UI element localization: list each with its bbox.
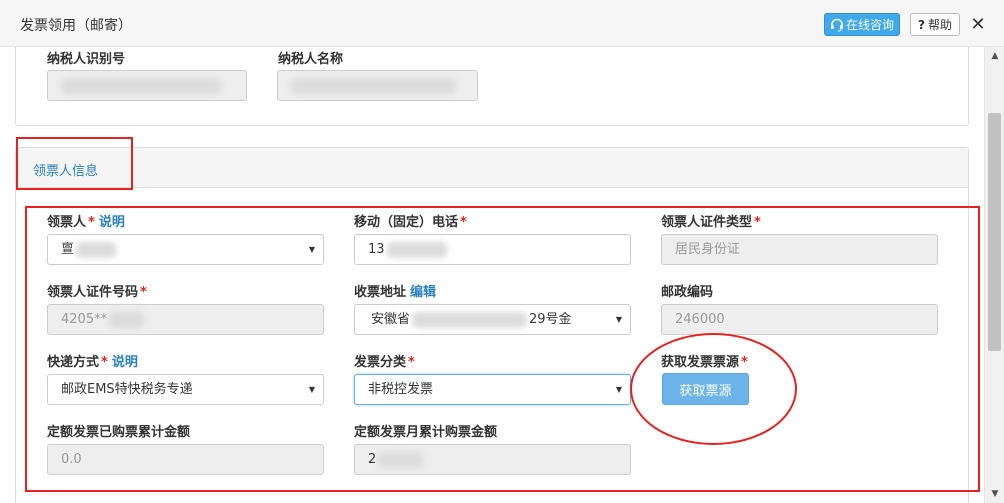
dialog-content: 纳税人识别号 纳税人名称 领票人信息 领票人 * 说明 移动（固定）电话 * 领票人证… xyxy=(0,47,984,503)
close-icon[interactable]: ✕ xyxy=(968,14,988,35)
address-value-start: 安徽省 xyxy=(371,312,411,327)
receiver-label: 领票人 xyxy=(47,215,87,230)
id-no-label-row: 领票人证件号码 * xyxy=(47,281,147,300)
source-label-row: 获取发票票源 * xyxy=(661,351,748,370)
section-title: 领票人信息 xyxy=(33,164,99,179)
chevron-down-icon: ▼ xyxy=(615,385,622,394)
receiver-select[interactable]: 亶 ▼ xyxy=(47,234,324,265)
phone-input[interactable]: 13 xyxy=(354,234,631,265)
receiver-panel-header: 领票人信息 xyxy=(16,148,968,188)
chevron-down-icon: ▼ xyxy=(308,385,315,394)
delivery-value: 邮政EMS特快税务专递 xyxy=(61,382,193,397)
dialog-titlebar: 发票领用（邮寄） 在线咨询 ? 帮助 ✕ xyxy=(0,0,1004,47)
receiver-label-row: 领票人 * 说明 xyxy=(47,211,125,230)
phone-value: 13 xyxy=(368,242,385,257)
required-mark: * xyxy=(460,215,467,230)
address-label: 收票地址 xyxy=(354,285,407,300)
address-label-row: 收票地址 编辑 xyxy=(354,281,436,300)
phone-label: 移动（固定）电话 xyxy=(354,215,459,230)
scroll-up-icon[interactable]: ▲ xyxy=(985,47,1004,65)
id-no-value: 4205** xyxy=(61,312,108,327)
delivery-label: 快递方式 xyxy=(47,355,100,370)
id-type-field: 居民身份证 xyxy=(661,234,938,265)
taxpayer-id-label: 纳税人识别号 xyxy=(47,52,126,67)
invoice-type-label-row: 发票分类 * xyxy=(354,351,415,370)
receiver-value: 亶 xyxy=(61,242,75,257)
invoice-type-label: 发票分类 xyxy=(354,355,407,370)
delivery-label-row: 快递方式 * 说明 xyxy=(47,351,138,370)
scrollbar-thumb[interactable] xyxy=(988,113,1001,351)
id-type-label-row: 领票人证件类型 * xyxy=(661,211,761,230)
help-label: 帮助 xyxy=(927,18,952,32)
quota-total-label: 定额发票已购票累计金额 xyxy=(47,425,191,440)
invoice-type-select[interactable]: 非税控发票 ▼ xyxy=(354,374,631,405)
address-edit-link[interactable]: 编辑 xyxy=(410,285,436,300)
delivery-explain-link[interactable]: 说明 xyxy=(112,355,138,370)
postcode-field: 246000 xyxy=(661,304,938,335)
id-no-field: 4205** xyxy=(47,304,324,335)
vertical-scrollbar[interactable]: ▲ ▼ xyxy=(984,47,1004,503)
delivery-select[interactable]: 邮政EMS特快税务专递 ▼ xyxy=(47,374,324,405)
quota-month-label: 定额发票月累计购票金额 xyxy=(354,425,498,440)
taxpayer-name-label: 纳税人名称 xyxy=(278,52,344,67)
quota-total-value: 0.0 xyxy=(61,452,82,467)
address-value-end: 29号金 xyxy=(529,312,572,327)
chevron-down-icon: ▼ xyxy=(615,315,622,324)
required-mark: * xyxy=(88,215,95,230)
question-icon: ? xyxy=(918,17,925,32)
quota-month-field: 2 xyxy=(354,444,631,475)
dialog-title: 发票领用（邮寄） xyxy=(20,18,132,34)
required-mark: * xyxy=(140,285,147,300)
get-invoice-source-button[interactable]: 获取票源 xyxy=(662,373,749,405)
source-label: 获取发票票源 xyxy=(661,355,740,370)
id-no-label: 领票人证件号码 xyxy=(47,285,139,300)
scroll-down-icon[interactable]: ▼ xyxy=(985,485,1004,503)
required-mark: * xyxy=(754,215,761,230)
required-mark: * xyxy=(101,355,108,370)
address-select[interactable]: 安徽省 29号金 ▼ xyxy=(354,304,631,335)
required-mark: * xyxy=(408,355,415,370)
online-consult-label: 在线咨询 xyxy=(845,18,894,32)
phone-label-row: 移动（固定）电话 * xyxy=(354,211,467,230)
quota-month-value: 2 xyxy=(368,452,377,467)
id-type-label: 领票人证件类型 xyxy=(661,215,753,230)
postcode-label: 邮政编码 xyxy=(661,285,714,300)
receiver-explain-link[interactable]: 说明 xyxy=(99,215,125,230)
taxpayer-id-field xyxy=(47,70,247,101)
online-consult-button[interactable]: 在线咨询 xyxy=(824,13,900,36)
postcode-value: 246000 xyxy=(675,312,725,327)
chevron-down-icon: ▼ xyxy=(308,245,315,254)
taxpayer-name-field xyxy=(277,70,478,101)
required-mark: * xyxy=(741,355,748,370)
quota-total-field: 0.0 xyxy=(47,444,324,475)
help-button[interactable]: ? 帮助 xyxy=(910,13,960,36)
id-type-value: 居民身份证 xyxy=(675,242,741,257)
invoice-type-value: 非税控发票 xyxy=(368,382,434,397)
headset-icon xyxy=(830,18,843,31)
